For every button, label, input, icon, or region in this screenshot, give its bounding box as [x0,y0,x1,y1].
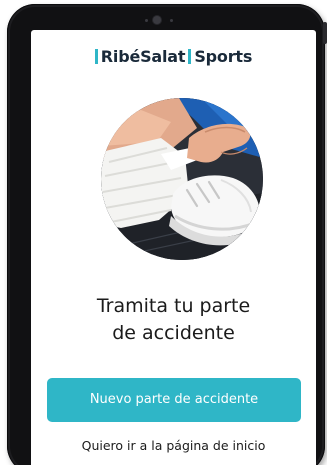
front-sensor-left [145,19,148,22]
page: RibéSalat Sports Tramita tu parte de acc… [0,0,327,465]
brand-name-primary: RibéSalat [100,47,186,66]
tablet-frame: RibéSalat Sports Tramita tu parte de acc… [7,4,327,465]
go-to-home-link[interactable]: Quiero ir a la página de inicio [31,438,316,453]
logo-bar-icon [188,49,192,64]
page-title-line-2: de accidente [112,322,235,344]
page-title-line-1: Tramita tu parte [96,295,251,317]
logo-bar-icon [94,49,98,64]
hero-image [101,98,263,260]
new-accident-report-button[interactable]: Nuevo parte de accidente [47,378,301,422]
app-screen: RibéSalat Sports Tramita tu parte de acc… [31,30,316,465]
front-sensor-right [170,19,173,22]
brand-name-secondary: Sports [194,47,253,66]
tablet-side-button [323,22,327,44]
page-title: Tramita tu parte de accidente [31,293,316,347]
front-camera [153,16,161,24]
ankle-bandage-illustration [101,98,263,260]
brand-logo: RibéSalat Sports [31,47,316,66]
